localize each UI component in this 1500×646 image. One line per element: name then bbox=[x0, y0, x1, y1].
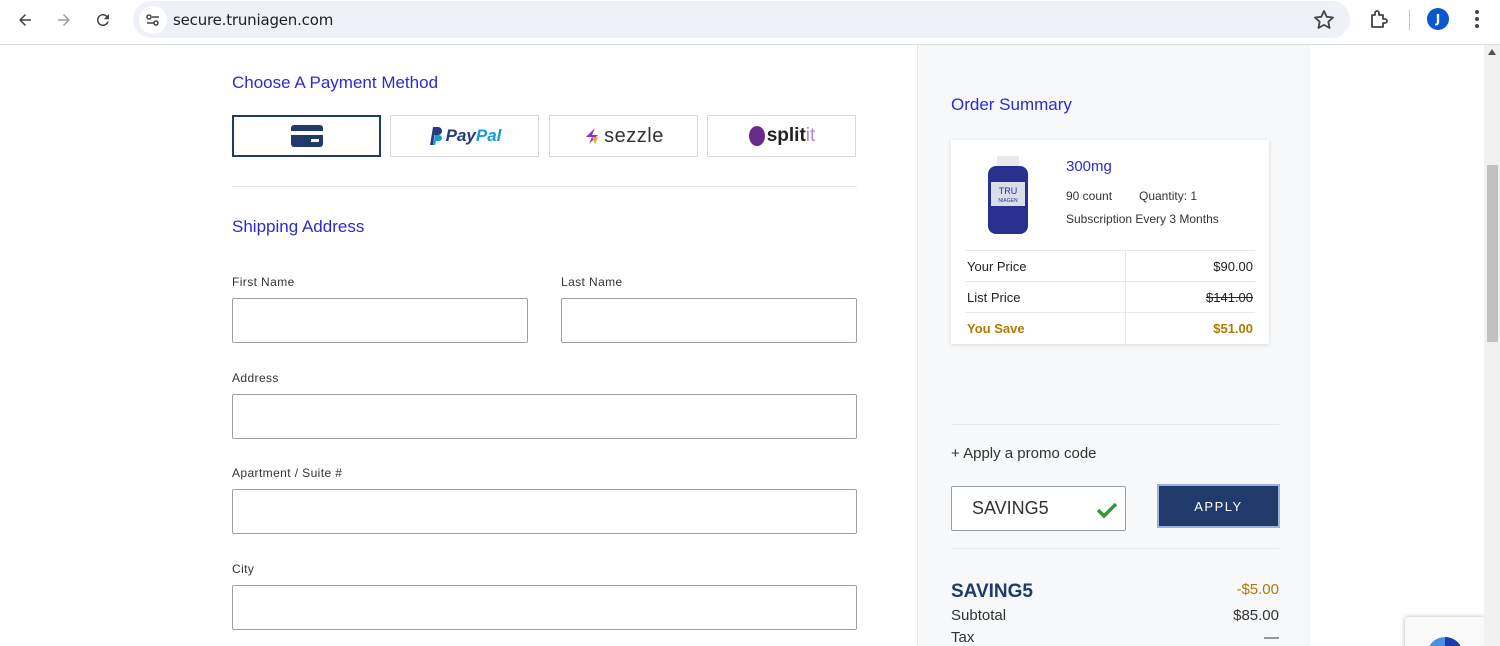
browser-toolbar: secure.truniagen.com J bbox=[0, 0, 1500, 45]
promo-discount-value: -$5.00 bbox=[1236, 581, 1279, 598]
profile-avatar[interactable]: J bbox=[1427, 8, 1449, 30]
paypal-icon bbox=[429, 127, 442, 145]
payment-option-paypal[interactable]: Pay Pal bbox=[390, 115, 539, 157]
puzzle-icon bbox=[1371, 10, 1388, 28]
checkmark-icon bbox=[1096, 502, 1118, 519]
browser-menu-button[interactable] bbox=[1466, 8, 1488, 30]
last-name-input[interactable] bbox=[561, 298, 857, 343]
payment-option-sezzle[interactable]: sezzle bbox=[549, 115, 698, 157]
apartment-label: Apartment / Suite # bbox=[232, 466, 343, 480]
url-text[interactable]: secure.truniagen.com bbox=[173, 11, 333, 29]
product-quantity: Quantity: 1 bbox=[1139, 189, 1198, 203]
site-info-button[interactable] bbox=[139, 6, 167, 34]
shipping-address-title: Shipping Address bbox=[232, 217, 365, 236]
reload-icon bbox=[96, 14, 109, 27]
payment-option-splitit[interactable]: split it bbox=[707, 115, 856, 157]
list-price-row: List Price $141.00 bbox=[965, 281, 1255, 313]
splitit-icon bbox=[748, 126, 765, 146]
extensions-button[interactable] bbox=[1367, 7, 1391, 31]
you-save-label: You Save bbox=[965, 312, 1126, 344]
list-price-label: List Price bbox=[965, 281, 1126, 313]
product-name[interactable]: 300mg bbox=[1066, 158, 1112, 175]
tax-label: Tax bbox=[951, 629, 975, 646]
order-summary-card: TRU NIAGEN 300mg 90 count Quantity: 1 Su… bbox=[951, 140, 1269, 344]
last-name-label: Last Name bbox=[561, 275, 623, 289]
bottle-brand-text: TRU bbox=[999, 186, 1018, 196]
reload-button[interactable] bbox=[89, 6, 117, 34]
sezzle-icon bbox=[586, 128, 599, 144]
sezzle-label: sezzle bbox=[604, 124, 664, 147]
back-button[interactable] bbox=[11, 6, 39, 34]
address-input[interactable] bbox=[232, 394, 857, 439]
splitit-it-label: it bbox=[805, 125, 816, 146]
first-name-input[interactable] bbox=[232, 298, 528, 343]
price-table: Your Price $90.00 List Price $141.00 You… bbox=[965, 250, 1255, 344]
city-label: City bbox=[232, 562, 255, 576]
your-price-value: $90.00 bbox=[1125, 250, 1255, 282]
order-summary-title: Order Summary bbox=[951, 95, 1072, 114]
apply-promo-button[interactable]: APPLY bbox=[1157, 484, 1280, 528]
credit-card-icon bbox=[290, 125, 323, 147]
subtotal-label: Subtotal bbox=[951, 607, 1007, 624]
paypal-pay-label: Pay bbox=[445, 126, 476, 145]
payment-method-title: Choose A Payment Method bbox=[232, 73, 439, 92]
star-icon bbox=[1314, 10, 1334, 29]
payment-option-card[interactable] bbox=[232, 115, 381, 157]
order-summary-panel bbox=[917, 45, 1310, 646]
bookmark-button[interactable] bbox=[1312, 8, 1336, 32]
product-subscription: Subscription Every 3 Months bbox=[1066, 212, 1219, 226]
applied-promo-code: SAVING5 bbox=[951, 581, 1034, 602]
splitit-split-label: split bbox=[766, 125, 806, 146]
checkout-page: Choose A Payment Method Pay Pal sezzle s… bbox=[0, 45, 1500, 646]
arrow-right-icon bbox=[58, 14, 70, 26]
scroll-up-arrow[interactable] bbox=[1488, 49, 1496, 55]
tune-icon bbox=[146, 14, 159, 26]
page-scrollbar[interactable] bbox=[1484, 45, 1500, 646]
toolbar-separator bbox=[1409, 10, 1410, 30]
tax-value: — bbox=[1264, 629, 1279, 646]
address-label: Address bbox=[232, 371, 279, 385]
paypal-pal-label: Pal bbox=[475, 126, 502, 145]
forward-button[interactable] bbox=[50, 6, 78, 34]
scroll-thumb[interactable] bbox=[1487, 165, 1498, 342]
recaptcha-badge[interactable] bbox=[1405, 617, 1485, 646]
summary-divider bbox=[951, 424, 1279, 425]
subtotal-value: $85.00 bbox=[1233, 607, 1279, 624]
more-vert-icon bbox=[1475, 10, 1479, 28]
you-save-row: You Save $51.00 bbox=[965, 312, 1255, 344]
promo-divider bbox=[951, 548, 1279, 549]
you-save-value: $51.00 bbox=[1125, 312, 1255, 344]
bottle-brand-subtext: NIAGEN bbox=[998, 198, 1018, 204]
city-input[interactable] bbox=[232, 585, 857, 630]
product-count: 90 count bbox=[1066, 189, 1113, 203]
apply-promo-link[interactable]: + Apply a promo code bbox=[951, 445, 1097, 462]
address-bar[interactable]: secure.truniagen.com bbox=[133, 1, 1350, 38]
your-price-row: Your Price $90.00 bbox=[965, 250, 1255, 282]
section-divider bbox=[232, 186, 857, 187]
arrow-left-icon bbox=[19, 14, 31, 26]
your-price-label: Your Price bbox=[965, 250, 1126, 282]
list-price-value: $141.00 bbox=[1125, 281, 1255, 313]
product-bottle-image: TRU NIAGEN bbox=[988, 156, 1028, 234]
first-name-label: First Name bbox=[232, 275, 295, 289]
recaptcha-icon bbox=[1429, 637, 1461, 646]
apartment-input[interactable] bbox=[232, 489, 857, 534]
